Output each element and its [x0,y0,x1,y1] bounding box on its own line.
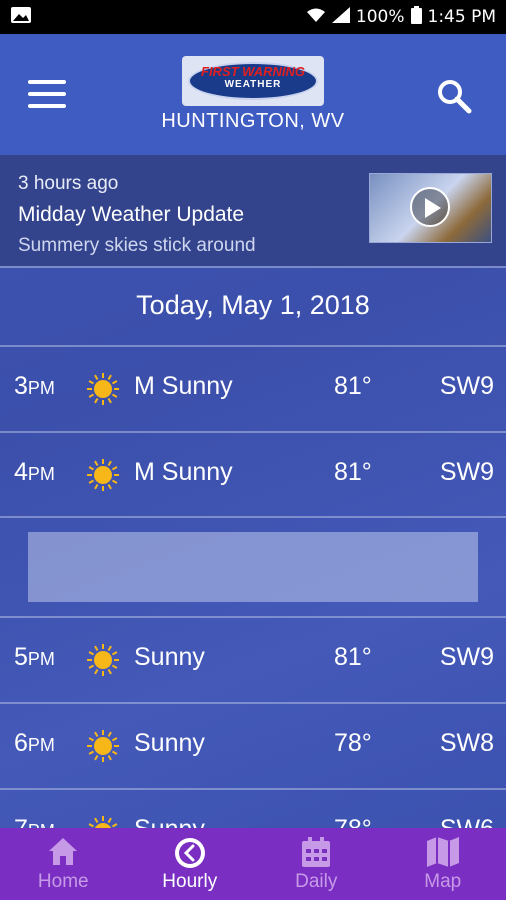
app-header: FIRST WARNING WEATHER HUNTINGTON, WV [0,34,506,155]
news-headline: Midday Weather Update [18,203,245,226]
bottom-nav: Home Hourly Daily Map [0,828,506,900]
divider [0,431,506,433]
divider [0,616,506,618]
news-subtitle: Summery skies stick around [18,235,256,256]
wind: SW8 [439,729,494,757]
hour-label: 3PM [14,372,55,400]
location-label[interactable]: HUNTINGTON, WV [0,110,506,133]
sun-icon [86,458,120,492]
divider [0,266,506,268]
date-heading: Today, May 1, 2018 [136,290,370,320]
gallery-icon [10,6,32,29]
temperature: 81° [334,372,372,400]
hourly-row[interactable]: 5PM Sunny 81° SW9 [0,619,506,703]
hourly-row[interactable]: 3PM M Sunny 81° SW9 [0,348,506,432]
status-bar: 100% 1:45 PM [0,0,506,34]
station-logo: FIRST WARNING WEATHER [182,56,324,106]
battery-icon [410,5,422,29]
map-icon [426,836,460,873]
wind: SW9 [439,643,494,671]
nav-home[interactable]: Home [0,828,127,900]
sun-icon [86,729,120,763]
divider [0,345,506,347]
wind: SW9 [439,458,494,486]
battery-percent: 100% [355,7,405,27]
video-thumbnail[interactable] [369,173,492,243]
clock: 1:45 PM [427,7,497,27]
condition-text: M Sunny [134,372,233,400]
nav-hourly[interactable]: Hourly [127,828,254,900]
nav-map[interactable]: Map [380,828,506,900]
wifi-icon [306,7,326,28]
hour-label: 5PM [14,643,55,671]
divider [0,788,506,790]
signal-icon [331,6,350,28]
news-banner[interactable]: 3 hours ago Midday Weather Update Summer… [0,155,506,266]
play-icon[interactable] [410,187,450,227]
hourly-row[interactable]: 6PM Sunny 78° SW8 [0,705,506,789]
wind: SW9 [439,372,494,400]
sun-icon [86,643,120,677]
condition-text: M Sunny [134,458,233,486]
hourly-row[interactable]: 4PM M Sunny 81° SW9 [0,434,506,518]
calendar-icon [300,836,332,873]
divider [0,702,506,704]
hour-label: 4PM [14,458,55,486]
temperature: 78° [334,729,372,757]
ad-banner[interactable] [28,532,478,602]
hour-label: 6PM [14,729,55,757]
news-age: 3 hours ago [18,173,119,194]
temperature: 81° [334,643,372,671]
menu-icon[interactable] [28,80,68,110]
temperature: 81° [334,458,372,486]
condition-text: Sunny [134,729,205,757]
search-icon[interactable] [436,78,472,114]
nav-daily[interactable]: Daily [253,828,380,900]
divider [0,516,506,518]
condition-text: Sunny [134,643,205,671]
clock-back-icon [173,836,207,875]
sun-icon [86,372,120,406]
home-icon [47,836,79,871]
